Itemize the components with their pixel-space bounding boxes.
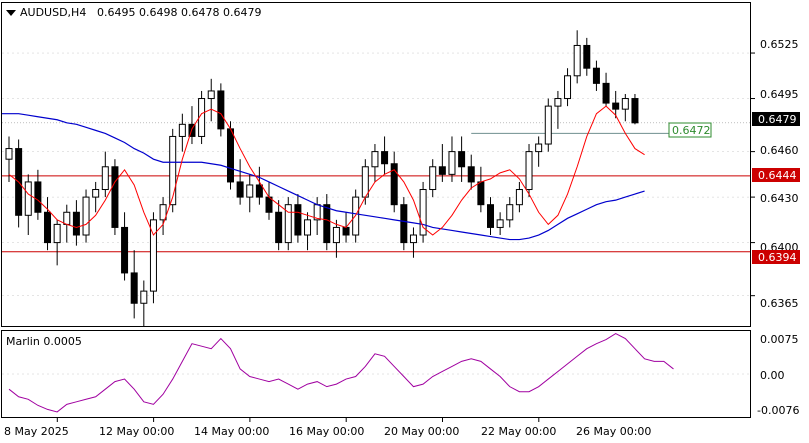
candle-bear bbox=[342, 226, 350, 236]
candle-bear bbox=[226, 128, 234, 183]
candle-bear bbox=[612, 102, 620, 110]
candle-bear bbox=[323, 204, 331, 244]
candle-bull bbox=[140, 290, 148, 304]
candle-bull bbox=[304, 219, 312, 236]
candle-bull bbox=[5, 148, 13, 160]
indicator-name: Marlin 0.0005 bbox=[6, 335, 82, 348]
target-badge: 0.6472 bbox=[668, 122, 712, 138]
candle-bear bbox=[236, 181, 244, 198]
candle-bear bbox=[592, 67, 600, 84]
indicator-tick-label: 0.00 bbox=[760, 369, 785, 382]
time-tick-label: 14 May 00:00 bbox=[194, 425, 269, 438]
candle-bull bbox=[506, 204, 514, 221]
candle-bull bbox=[63, 211, 71, 225]
time-tick-label: 20 May 00:00 bbox=[384, 425, 459, 438]
candle-bull bbox=[448, 151, 456, 175]
candle-bear bbox=[121, 226, 129, 274]
candle-bull bbox=[496, 219, 504, 228]
candle-bear bbox=[631, 98, 639, 124]
candle-bull bbox=[24, 181, 32, 216]
price-tick-label: 0.6525 bbox=[760, 38, 799, 51]
candle-bull bbox=[246, 184, 254, 198]
candle-bull bbox=[53, 223, 61, 244]
target-badge-text: 0.6472 bbox=[672, 124, 711, 137]
candle-bull bbox=[409, 234, 417, 244]
candle-bear bbox=[467, 166, 475, 183]
level-low-text: 0.6394 bbox=[758, 251, 797, 264]
candle-bear bbox=[130, 272, 138, 304]
candle-bear bbox=[583, 44, 591, 69]
candle-bull bbox=[515, 189, 523, 206]
candle-bear bbox=[217, 90, 225, 130]
candle-bear bbox=[34, 181, 42, 213]
candle-bull bbox=[564, 75, 572, 100]
candle-bear bbox=[438, 166, 446, 175]
candle-bull bbox=[525, 151, 533, 191]
candle-bear bbox=[294, 204, 302, 236]
candle-bull bbox=[361, 166, 369, 198]
candle-bear bbox=[602, 82, 610, 104]
candle-bull bbox=[178, 123, 186, 137]
candle-bear bbox=[381, 151, 389, 165]
candle-bull bbox=[82, 196, 90, 236]
candle-bull bbox=[101, 166, 109, 191]
time-tick-label: 8 May 2025 bbox=[4, 425, 69, 438]
candle-bull bbox=[169, 135, 177, 206]
candle-bull bbox=[554, 98, 562, 107]
candle-bull bbox=[621, 98, 629, 110]
candle-bear bbox=[458, 151, 466, 168]
candle-bull bbox=[419, 189, 427, 236]
candle-bull bbox=[429, 166, 437, 191]
candle-bear bbox=[255, 184, 263, 198]
symbol-timeframe: AUDUSD,H4 bbox=[20, 6, 86, 19]
candle-bull bbox=[573, 44, 581, 77]
current-price-badge: 0.6479 bbox=[752, 112, 800, 126]
indicator-tick-label: -0.0076 bbox=[757, 404, 799, 417]
time-tick-label: 12 May 00:00 bbox=[99, 425, 174, 438]
ohlc-readout: 0.6495 0.6498 0.6478 0.6479 bbox=[97, 6, 261, 19]
indicator-tick-label: 0.0075 bbox=[760, 333, 799, 346]
price-chart[interactable]: AUDUSD,H4 0.6495 0.6498 0.6478 0.6479 Ma… bbox=[0, 0, 809, 443]
candle-bear bbox=[44, 211, 52, 244]
price-tick-label: 0.6460 bbox=[760, 144, 799, 157]
candle-bear bbox=[111, 166, 119, 228]
time-tick-label: 26 May 00:00 bbox=[576, 425, 651, 438]
candle-bear bbox=[275, 211, 283, 244]
candle-bull bbox=[92, 189, 100, 198]
candle-bear bbox=[487, 204, 494, 228]
level-high-badge: 0.6444 bbox=[752, 168, 800, 182]
price-tick-label: 0.6365 bbox=[760, 297, 799, 310]
candle-bull bbox=[207, 90, 215, 100]
candle-bear bbox=[400, 204, 408, 244]
level-high-text: 0.6444 bbox=[758, 169, 797, 182]
level-low-badge: 0.6394 bbox=[752, 250, 800, 264]
candle-bull bbox=[544, 105, 552, 145]
candle-bear bbox=[477, 181, 485, 206]
time-tick-label: 16 May 00:00 bbox=[289, 425, 364, 438]
candle-bear bbox=[72, 211, 80, 236]
time-tick-label: 22 May 00:00 bbox=[481, 425, 556, 438]
price-tick-label: 0.6430 bbox=[760, 192, 799, 205]
candle-bull bbox=[371, 151, 379, 168]
current-price-text: 0.6479 bbox=[758, 113, 797, 126]
candle-bull bbox=[332, 226, 340, 244]
price-tick-label: 0.6495 bbox=[760, 88, 799, 101]
candle-bull bbox=[535, 143, 543, 153]
